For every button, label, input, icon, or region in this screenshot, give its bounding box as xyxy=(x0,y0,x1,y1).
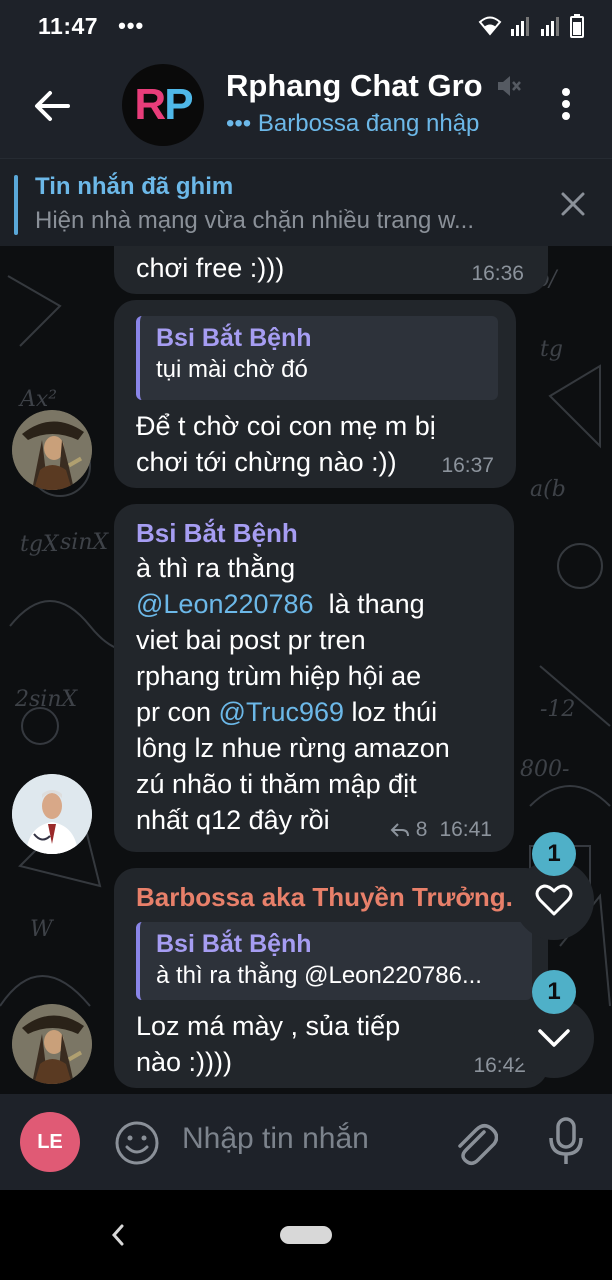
message-sender-name[interactable]: Bsi Bắt Bệnh xyxy=(136,516,494,550)
message-sender-name[interactable]: Barbossa aka Thuyền Trưởng... xyxy=(136,880,516,914)
chat-title[interactable]: Rphang Chat Gro xyxy=(226,68,516,104)
pirate-avatar-image xyxy=(12,410,92,490)
message-composer: LE Nhập tin nhắn xyxy=(0,1094,612,1190)
paperclip-icon[interactable] xyxy=(452,1118,498,1168)
muted-speaker-icon xyxy=(498,76,521,96)
group-avatar-letter-r: R xyxy=(134,80,166,129)
message-time: 16:36 xyxy=(471,262,524,285)
message-text-line: pr con @Truc969 loz thúi xyxy=(136,694,494,730)
heart-icon xyxy=(535,884,573,916)
close-icon[interactable] xyxy=(560,191,586,217)
message-time: 16:42 xyxy=(473,1054,526,1077)
message-text-line: @Leon220786 là thang xyxy=(136,586,494,622)
system-nav-bar xyxy=(0,1190,612,1280)
sender-avatar-bsi[interactable] xyxy=(12,774,92,854)
quote-text: à thì ra thằng @Leon220786... xyxy=(156,962,482,989)
message-text-fragment: pr con xyxy=(136,697,219,727)
message-input[interactable]: Nhập tin nhắn xyxy=(182,1122,422,1156)
mention-link[interactable]: @Leon220786 xyxy=(136,589,314,619)
nav-back-icon[interactable] xyxy=(110,1222,126,1248)
svg-text:a(b: a(b xyxy=(530,477,566,502)
quote-sender-name: Bsi Bắt Bệnh xyxy=(156,324,312,352)
message-bubble[interactable]: Bsi Bắt Bệnh à thì ra thằng @Leon220786 … xyxy=(114,504,514,852)
status-icons xyxy=(478,14,584,38)
message-bubble[interactable]: chơi free :))) 16:36 xyxy=(114,246,548,294)
svg-text:tgX: tgX xyxy=(20,532,60,557)
smiley-icon[interactable] xyxy=(114,1120,160,1166)
signal-icon xyxy=(511,17,529,36)
nav-home-pill[interactable] xyxy=(280,1226,332,1244)
pirate-avatar-image xyxy=(12,1004,92,1084)
message-text: chơi free :))) xyxy=(136,253,285,283)
message-bubble[interactable]: Bsi Bắt Bệnh tụi mài chờ đó Để t chờ coi… xyxy=(114,300,516,488)
unread-count-badge: 1 xyxy=(532,970,576,1014)
sender-avatar-barbossa[interactable] xyxy=(12,1004,92,1084)
reply-arrow-icon[interactable] xyxy=(390,822,410,838)
message-text-fragment: loz thúi xyxy=(344,697,438,727)
battery-icon xyxy=(570,14,584,38)
message-meta: 8 16:41 xyxy=(390,818,492,842)
reply-quote[interactable]: Bsi Bắt Bệnh tụi mài chờ đó xyxy=(136,316,498,400)
more-vertical-icon[interactable] xyxy=(554,84,578,124)
status-bar: 11:47 ••• xyxy=(0,0,612,52)
message-text-line: lông lz nhue rừng amazon xyxy=(136,733,450,763)
doctor-avatar-image xyxy=(12,774,92,854)
svg-text:2sinX: 2sinX xyxy=(14,687,78,712)
pinned-message-bar[interactable]: Tin nhắn đã ghim Hiện nhà mạng vừa chặn … xyxy=(0,158,612,246)
signal-2-icon xyxy=(541,17,559,36)
quote-sender-name: Bsi Bắt Bệnh xyxy=(156,930,312,958)
mention-link[interactable]: @Truc969 xyxy=(219,697,344,727)
group-avatar-letter-p: P xyxy=(164,80,193,129)
message-bubble[interactable]: Barbossa aka Thuyền Trưởng... Bsi Bắt Bệ… xyxy=(114,868,548,1088)
reply-quote[interactable]: Bsi Bắt Bệnh à thì ra thằng @Leon220786.… xyxy=(136,922,532,1000)
pinned-title: Tin nhắn đã ghim xyxy=(35,173,234,200)
svg-text:sinX: sinX xyxy=(60,530,109,555)
reply-count[interactable]: 8 xyxy=(416,818,428,842)
message-time: 16:41 xyxy=(439,818,492,841)
svg-text:Ax²: Ax² xyxy=(18,387,57,412)
message-text-line: Loz má mày , sủa tiếp xyxy=(136,1011,401,1041)
message-time: 16:37 xyxy=(441,454,494,477)
message-text-fragment: là thang xyxy=(313,589,425,619)
back-arrow-icon[interactable] xyxy=(32,86,72,126)
pinned-accent-bar xyxy=(14,175,18,235)
group-avatar[interactable]: RP xyxy=(122,64,204,146)
send-as-avatar[interactable]: LE xyxy=(20,1112,80,1172)
message-text-line: rphang trùm hiệp hội ae xyxy=(136,661,422,691)
svg-text:800-: 800- xyxy=(520,757,569,782)
svg-text:tg: tg xyxy=(540,337,563,362)
microphone-icon[interactable] xyxy=(546,1116,586,1168)
message-text-line: Để t chờ coi con mẹ m bị xyxy=(136,411,436,441)
message-text-line: viet bai post pr tren xyxy=(136,625,366,655)
status-time: 11:47 xyxy=(38,12,99,39)
chevron-down-icon xyxy=(538,1029,570,1047)
message-text-line: zú nhão ti thăm mập địt xyxy=(136,769,417,799)
chat-header: RP Rphang Chat Gro ••• Barbossa đang nhậ… xyxy=(0,52,612,158)
wifi-icon xyxy=(478,16,502,36)
message-text-line: nào :)))) xyxy=(136,1047,233,1077)
pinned-text: Hiện nhà mạng vừa chặn nhiều trang w... xyxy=(35,207,475,234)
sender-avatar-barbossa[interactable] xyxy=(12,410,92,490)
quote-text: tụi mài chờ đó xyxy=(156,356,308,383)
svg-text:W: W xyxy=(30,917,55,942)
message-text-line: à thì ra thằng xyxy=(136,553,296,583)
typing-status: ••• Barbossa đang nhập xyxy=(226,110,480,137)
notification-dots: ••• xyxy=(118,13,145,38)
svg-text:-12: -12 xyxy=(540,697,575,722)
reaction-count-badge: 1 xyxy=(532,832,576,876)
chat-messages-area[interactable]: tgX sinX 2sinX tg a(b 800- W -12 Ax² p/ … xyxy=(0,246,612,1094)
